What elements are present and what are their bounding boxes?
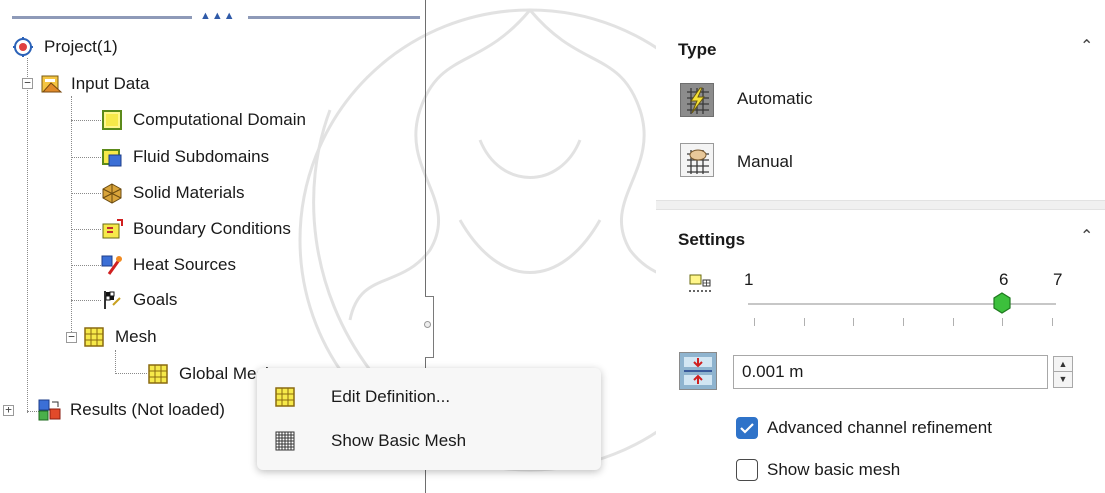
section-separator	[656, 200, 1105, 210]
minimum-gap-size-button[interactable]	[679, 352, 717, 390]
menu-item-show-basic-mesh[interactable]: Show Basic Mesh	[257, 421, 601, 461]
show-basic-mesh-label: Show basic mesh	[767, 460, 901, 479]
fluid-subdomains-icon	[101, 146, 123, 168]
collapse-mesh[interactable]: −	[66, 331, 77, 343]
input-data-icon	[39, 73, 63, 95]
project-icon	[12, 36, 34, 58]
panel-grip[interactable]: ▲▲▲	[12, 10, 420, 22]
minimum-gap-size-value: 0.001 m	[742, 362, 804, 381]
advanced-channel-refinement-option[interactable]: Advanced channel refinement	[736, 417, 992, 439]
tree-item-label: Input Data	[71, 74, 150, 93]
type-section-title: Type	[678, 40, 717, 59]
tree-item-label: Boundary Conditions	[133, 219, 291, 238]
tree-item-label: Fluid Subdomains	[133, 147, 270, 166]
slider-tick	[754, 318, 755, 326]
global-mesh-icon	[147, 363, 169, 385]
heat-sources-icon	[101, 254, 123, 276]
tree-item-label: Heat Sources	[133, 255, 236, 274]
tree-item-fluid-subdomains[interactable]: Fluid Subdomains	[101, 143, 269, 171]
mesh-level-slider-thumb[interactable]	[993, 292, 1011, 314]
advanced-channel-refinement-label: Advanced channel refinement	[767, 418, 992, 437]
tree-item-goals[interactable]: Goals	[101, 286, 177, 314]
automatic-type-button[interactable]	[680, 83, 714, 117]
mesh-icon	[83, 326, 105, 348]
settings-section-title: Settings	[678, 230, 746, 249]
level-of-initial-mesh-icon	[688, 272, 714, 298]
tree-item-heat-sources[interactable]: Heat Sources	[101, 251, 236, 279]
slider-tick	[1002, 318, 1004, 326]
slider-tick	[952, 318, 954, 326]
tree-item-mesh[interactable]: Mesh	[83, 323, 157, 351]
slider-min-label: 1	[744, 270, 754, 289]
automatic-label: Automatic	[737, 89, 813, 108]
automatic-mesh-icon	[687, 87, 709, 114]
tree-item-label: Goals	[133, 290, 178, 309]
slider-tick	[853, 318, 855, 326]
tree-item-label: Solid Materials	[133, 183, 245, 202]
tree-item-results[interactable]: Results (Not loaded)	[38, 396, 225, 424]
tree-item-label: Project(1)	[44, 37, 118, 56]
boundary-conditions-icon	[101, 218, 123, 240]
solid-materials-icon	[101, 182, 123, 204]
slider-current-label: 6	[999, 270, 1009, 289]
tree-item-label: Mesh	[115, 327, 157, 346]
show-basic-mesh-option[interactable]: Show basic mesh	[736, 459, 900, 481]
collapse-settings-section[interactable]: ⌃	[1080, 226, 1093, 246]
tree-item-input-data[interactable]: Input Data	[39, 70, 149, 98]
advanced-channel-refinement-checkbox[interactable]	[736, 417, 758, 439]
menu-item-label: Show Basic Mesh	[331, 431, 467, 450]
slider-max-label: 7	[1053, 270, 1063, 289]
menu-item-label: Edit Definition...	[331, 387, 451, 406]
show-basic-mesh-checkbox[interactable]	[736, 459, 758, 481]
spinner-down-icon[interactable]: ▼	[1054, 372, 1072, 387]
collapse-input-data[interactable]: −	[22, 77, 33, 89]
basic-mesh-grid-icon	[275, 431, 295, 451]
computational-domain-icon	[101, 109, 123, 131]
slider-tick	[803, 318, 805, 326]
manual-label: Manual	[737, 152, 793, 171]
slider-tick	[903, 318, 904, 326]
minimum-gap-size-icon	[684, 357, 712, 385]
minimum-gap-spinner[interactable]: ▲ ▼	[1053, 356, 1073, 388]
expand-results[interactable]: +	[3, 404, 14, 416]
manual-type-button[interactable]	[680, 143, 714, 177]
collapse-type-section[interactable]: ⌃	[1080, 36, 1093, 56]
spinner-up-icon[interactable]: ▲	[1054, 357, 1072, 372]
mesh-property-panel: Type ⌃ Automatic Manual Settings ⌃ 1 6 7	[656, 0, 1105, 493]
tree-item-boundary-conditions[interactable]: Boundary Conditions	[101, 215, 291, 243]
context-menu: Edit Definition... Show Basic Mesh	[257, 368, 601, 470]
tree-item-label: Computational Domain	[133, 110, 306, 129]
splitter-grip-dot	[424, 321, 431, 328]
tree-item-solid-materials[interactable]: Solid Materials	[101, 179, 245, 207]
minimum-gap-size-input[interactable]: 0.001 m	[733, 355, 1048, 389]
goals-icon	[101, 289, 123, 311]
slider-tick	[1052, 318, 1053, 326]
results-icon	[38, 399, 61, 421]
menu-item-edit-definition[interactable]: Edit Definition...	[257, 377, 601, 417]
manual-mesh-icon	[687, 149, 709, 174]
tree-item-label: Results (Not loaded)	[70, 400, 225, 419]
tree-item-global-mesh[interactable]: Global Mesh	[147, 360, 274, 388]
tree-item-computational-domain[interactable]: Computational Domain	[101, 106, 306, 134]
edit-definition-icon	[275, 387, 295, 407]
tree-item-project[interactable]: Project(1)	[12, 33, 118, 61]
